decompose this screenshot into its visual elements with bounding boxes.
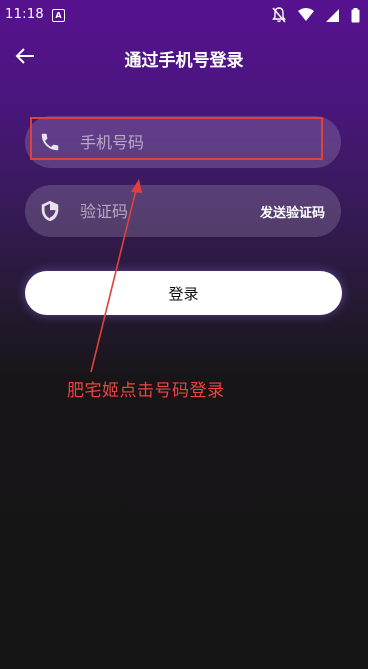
- battery-icon: [351, 7, 360, 22]
- header: 通过手机号登录: [0, 36, 368, 76]
- page-title: 通过手机号登录: [124, 51, 244, 71]
- status-bar: 11:18 A: [0, 0, 368, 30]
- login-button[interactable]: 登录: [25, 271, 342, 315]
- wifi-icon: [298, 8, 314, 21]
- annotation-highlight-box: [30, 117, 323, 160]
- code-input[interactable]: [80, 185, 260, 237]
- send-code-button[interactable]: 发送验证码: [260, 202, 325, 221]
- status-icons: [272, 7, 360, 23]
- notifications-off-icon: [272, 7, 286, 23]
- signal-icon: [326, 8, 339, 22]
- shield-icon: [41, 200, 59, 222]
- code-field[interactable]: 发送验证码: [25, 185, 341, 237]
- status-time: 11:18: [5, 7, 44, 22]
- annotation-arrow: [90, 179, 142, 373]
- annotation-text: 肥宅姬点击号码登录: [67, 381, 225, 401]
- notification-a-icon: A: [52, 9, 65, 22]
